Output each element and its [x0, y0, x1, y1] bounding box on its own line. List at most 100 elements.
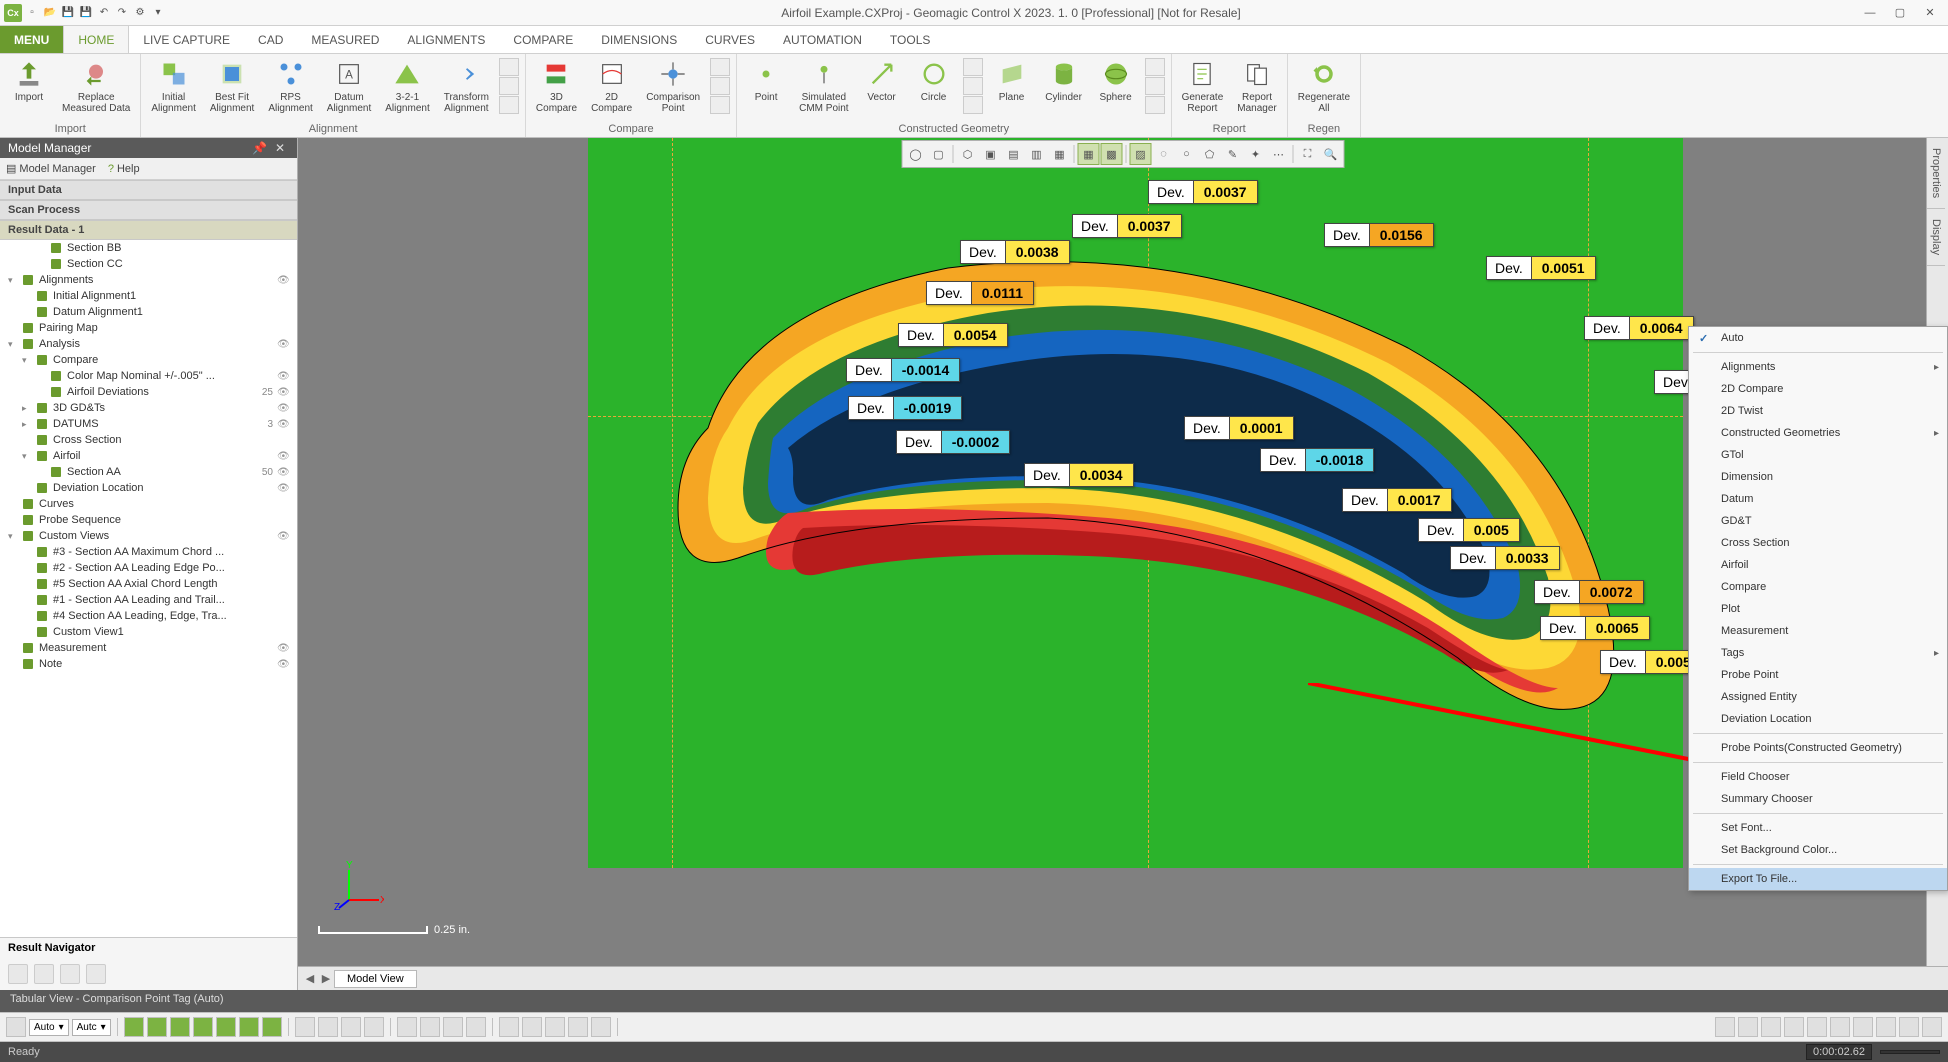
bt-right-8[interactable] [1876, 1017, 1896, 1037]
menu-item-constructed-geometries[interactable]: Constructed Geometries [1689, 422, 1947, 444]
tree-item[interactable]: Deviation Location👁 [0, 480, 297, 496]
tab-cad[interactable]: CAD [244, 26, 297, 53]
bt-right-3[interactable] [1761, 1017, 1781, 1037]
deviation-callout[interactable]: Dev.-0.0014 [846, 358, 960, 382]
visibility-icon[interactable]: 👁 [277, 531, 293, 542]
deviation-callout[interactable]: Dev.0.0065 [1540, 616, 1650, 640]
panel-close-icon[interactable]: ✕ [271, 141, 289, 155]
menu-item-2d-twist[interactable]: 2D Twist [1689, 400, 1947, 422]
vt-brush-icon[interactable]: ✎ [1222, 143, 1244, 165]
tree-item[interactable]: ▾Airfoil👁 [0, 448, 297, 464]
vt-fit-icon[interactable]: ⛶ [1297, 143, 1319, 165]
321-alignment-button[interactable]: 3-2-1 Alignment [379, 56, 435, 116]
tree-item[interactable]: #2 - Section AA Leading Edge Po... [0, 560, 297, 576]
tab-live-capture[interactable]: LIVE CAPTURE [129, 26, 244, 53]
tab-home[interactable]: HOME [63, 26, 129, 53]
bt-right-2[interactable] [1738, 1017, 1758, 1037]
import-button[interactable]: Import [4, 56, 54, 105]
deviation-callout[interactable]: Dev.0.0156 [1324, 223, 1434, 247]
menu-item-probe-points-constructed-geometry[interactable]: Probe Points(Constructed Geometry) [1689, 737, 1947, 759]
vt-top-icon[interactable]: ▤ [1003, 143, 1025, 165]
qat-save-icon[interactable]: 💾 [60, 5, 76, 21]
deviation-callout[interactable]: Dev.0.0051 [1486, 256, 1596, 280]
align-extra-1[interactable] [499, 58, 519, 76]
menu-item-alignments[interactable]: Alignments [1689, 356, 1947, 378]
bt-right-1[interactable] [1715, 1017, 1735, 1037]
tree-item[interactable]: #4 Section AA Leading, Edge, Tra... [0, 608, 297, 624]
deviation-callout[interactable]: Dev.0.005 [1418, 518, 1520, 542]
menu-item-set-font[interactable]: Set Font... [1689, 817, 1947, 839]
visibility-icon[interactable]: 👁 [277, 387, 293, 398]
bestfit-alignment-button[interactable]: Best Fit Alignment [204, 56, 260, 116]
menu-item-compare[interactable]: Compare [1689, 576, 1947, 598]
bt-tool-2[interactable] [318, 1017, 338, 1037]
tab-compare[interactable]: COMPARE [499, 26, 587, 53]
deviation-callout[interactable]: Dev.-0.0018 [1260, 448, 1374, 472]
bt-right-10[interactable] [1922, 1017, 1942, 1037]
visibility-icon[interactable]: 👁 [277, 419, 293, 430]
initial-alignment-button[interactable]: Initial Alignment [145, 56, 201, 116]
input-data-header[interactable]: Input Data [0, 180, 297, 200]
rps-alignment-button[interactable]: RPS Alignment [262, 56, 318, 116]
bt-tool-9[interactable] [499, 1017, 519, 1037]
tree-toggle-icon[interactable]: ▾ [8, 339, 20, 350]
tree-item[interactable]: Cross Section [0, 432, 297, 448]
visibility-icon[interactable]: 👁 [277, 275, 293, 286]
vt-grid-a-icon[interactable]: ▦ [1078, 143, 1100, 165]
vt-grid-b-icon[interactable]: ▩ [1101, 143, 1123, 165]
qat-saveas-icon[interactable]: 💾 [78, 5, 94, 21]
tab-dimensions[interactable]: DIMENSIONS [587, 26, 691, 53]
deviation-callout[interactable]: Dev.0.0054 [898, 323, 1008, 347]
bt-tool-11[interactable] [545, 1017, 565, 1037]
vt-box-icon[interactable]: ▢ [928, 143, 950, 165]
bt-render-5[interactable] [216, 1017, 236, 1037]
maximize-button[interactable]: ▢ [1886, 3, 1914, 23]
vt-sphere-icon[interactable]: ◯ [905, 143, 927, 165]
deviation-callout[interactable]: Dev.0.0038 [960, 240, 1070, 264]
bt-right-5[interactable] [1807, 1017, 1827, 1037]
bt-tool-12[interactable] [568, 1017, 588, 1037]
nav-icon-1[interactable] [8, 964, 28, 984]
tabular-view-bar[interactable]: Tabular View - Comparison Point Tag (Aut… [0, 990, 1948, 1012]
bt-right-7[interactable] [1853, 1017, 1873, 1037]
comparison-point-button[interactable]: Comparison Point [640, 56, 706, 116]
nav-icon-2[interactable] [34, 964, 54, 984]
bt-tool-7[interactable] [443, 1017, 463, 1037]
visibility-icon[interactable]: 👁 [277, 339, 293, 350]
vt-quad-icon[interactable]: ▦ [1049, 143, 1071, 165]
tree-item[interactable]: Curves [0, 496, 297, 512]
tree-item[interactable]: #5 Section AA Axial Chord Length [0, 576, 297, 592]
cylinder-button[interactable]: Cylinder [1039, 56, 1089, 105]
visibility-icon[interactable]: 👁 [277, 371, 293, 382]
tree-toggle-icon[interactable]: ▾ [22, 451, 34, 462]
tree-toggle-icon[interactable]: ▸ [22, 419, 34, 430]
tree-item[interactable]: Section AA50👁 [0, 464, 297, 480]
visibility-icon[interactable]: 👁 [277, 659, 293, 670]
tree-item[interactable]: Initial Alignment1 [0, 288, 297, 304]
tree-toggle-icon[interactable]: ▾ [8, 531, 20, 542]
result-navigator-header[interactable]: Result Navigator [0, 937, 297, 958]
deviation-callout[interactable]: Dev.0.0037 [1072, 214, 1182, 238]
nav-icon-4[interactable] [86, 964, 106, 984]
align-extra-3[interactable] [499, 96, 519, 114]
deviation-callout[interactable]: Dev.0.0017 [1342, 488, 1452, 512]
menu-item-plot[interactable]: Plot [1689, 598, 1947, 620]
vt-zoom-icon[interactable]: 🔍 [1320, 143, 1342, 165]
deviation-callout[interactable]: Dev.0.0037 [1148, 180, 1258, 204]
qat-open-icon[interactable]: 📂 [42, 5, 58, 21]
tree-item[interactable]: Color Map Nominal +/-.005" ...👁 [0, 368, 297, 384]
2d-compare-button[interactable]: 2D Compare [585, 56, 638, 116]
bt-render-4[interactable] [193, 1017, 213, 1037]
deviation-callout[interactable]: Dev.0.0072 [1534, 580, 1644, 604]
replace-measured-data-button[interactable]: Replace Measured Data [56, 56, 136, 116]
vt-lasso-icon[interactable]: ◌ [1153, 143, 1175, 165]
selection-auto-2[interactable]: Autc▾ [72, 1019, 111, 1036]
qat-undo-icon[interactable]: ↶ [96, 5, 112, 21]
view-tab-next[interactable]: ▶ [318, 972, 334, 985]
qat-options-icon[interactable]: ⚙ [132, 5, 148, 21]
menu-item-probe-point[interactable]: Probe Point [1689, 664, 1947, 686]
tree-toggle-icon[interactable]: ▸ [22, 403, 34, 414]
deviation-callout[interactable]: Dev.0.0111 [926, 281, 1034, 305]
menu-item-summary-chooser[interactable]: Summary Chooser [1689, 788, 1947, 810]
visibility-icon[interactable]: 👁 [277, 451, 293, 462]
